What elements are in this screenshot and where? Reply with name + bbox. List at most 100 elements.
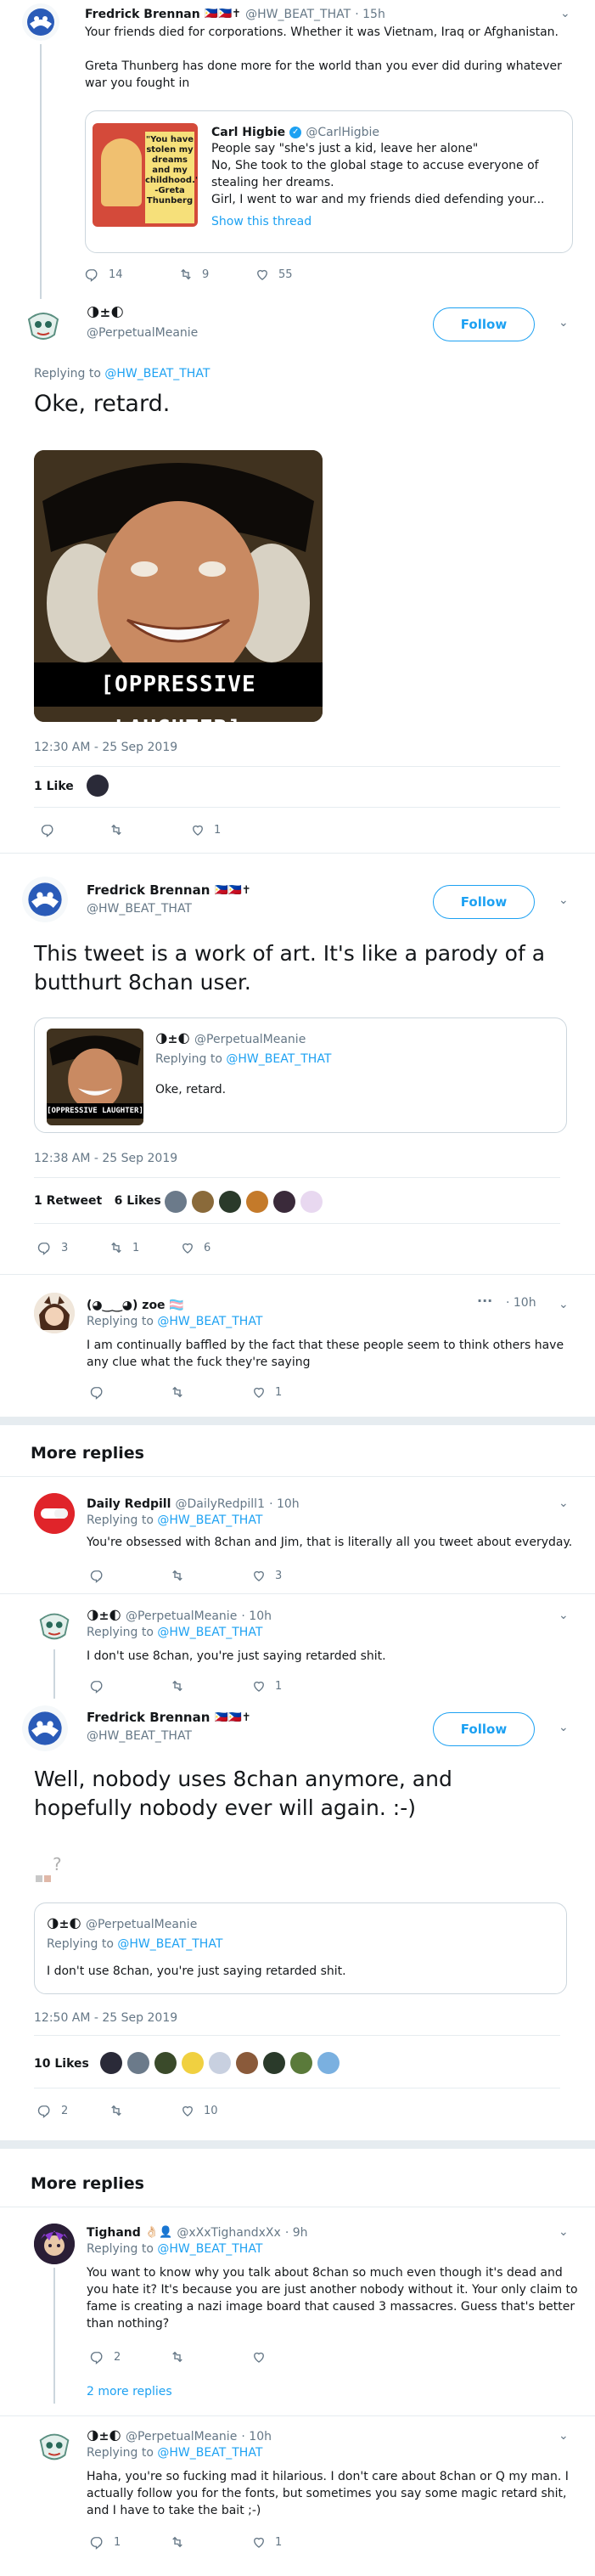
liker-avatars[interactable] [100, 2052, 345, 2074]
avatar[interactable] [246, 1191, 268, 1213]
reply-button[interactable]: 14 [85, 267, 178, 282]
avatar[interactable] [22, 304, 65, 347]
chevron-down-icon[interactable]: ⌄ [559, 1497, 569, 1510]
avatar[interactable] [165, 1191, 187, 1213]
author-name[interactable]: (◕‿‿◕) zoe 🏳️‍⚧️ [87, 1299, 184, 1312]
retweet-button[interactable] [170, 1568, 251, 1583]
retweet-button[interactable] [170, 2349, 251, 2365]
avatar[interactable] [154, 2052, 177, 2074]
reply-button[interactable] [90, 1568, 170, 1583]
avatar[interactable] [22, 1705, 68, 1751]
author-handle[interactable]: @PerpetualMeanie [87, 326, 198, 340]
avatar[interactable] [100, 2052, 122, 2074]
like-button[interactable]: 1 [251, 1384, 328, 1400]
chevron-down-icon[interactable]: ⌄ [559, 893, 569, 907]
quoted-tweet[interactable]: 🌗±🌓 @PerpetualMeanie Replying to @HW_BEA… [34, 1902, 567, 1994]
tweet-time[interactable]: · 10h [241, 1609, 272, 1623]
replying-to-handle[interactable]: @HW_BEAT_THAT [157, 2446, 262, 2460]
avatar[interactable] [236, 2052, 258, 2074]
more-options[interactable]: ··· [477, 1293, 492, 1309]
chevron-down-icon[interactable]: ⌄ [559, 1298, 569, 1311]
replying-to-handle[interactable]: @HW_BEAT_THAT [104, 367, 210, 380]
replying-to-handle[interactable]: @HW_BEAT_THAT [157, 1626, 262, 1639]
avatar[interactable] [22, 3, 59, 41]
chevron-down-icon[interactable]: ⌄ [559, 1721, 569, 1734]
tweet-image[interactable]: [OPPRESSIVE LAUGHTER] [34, 450, 323, 722]
retweet-button[interactable] [109, 2103, 180, 2118]
author-handle[interactable]: @DailyRedpill1 [175, 1497, 265, 1511]
avatar[interactable] [34, 2426, 75, 2466]
tweet-time[interactable]: · 10h [269, 1497, 300, 1511]
avatar[interactable] [219, 1191, 241, 1213]
tweet-timestamp[interactable]: 12:38 AM - 25 Sep 2019 [34, 1152, 177, 1165]
author-name[interactable]: 🌗±🌓 [87, 2430, 121, 2444]
author-name[interactable]: Tighand [87, 2226, 141, 2240]
like-button[interactable]: 6 [180, 1240, 256, 1255]
tweet-time[interactable]: · 10h [241, 2430, 272, 2444]
author-handle[interactable]: @PerpetualMeanie [126, 1609, 237, 1623]
more-replies-link[interactable]: 2 more replies [87, 2385, 172, 2398]
like-button[interactable]: 3 [251, 1568, 328, 1583]
reply-button[interactable] [41, 822, 109, 837]
tweet-time[interactable]: · 9h [285, 2226, 308, 2240]
avatar[interactable] [34, 1293, 75, 1333]
avatar[interactable] [87, 775, 109, 797]
author-name[interactable]: 🌗±🌓 [87, 1609, 121, 1623]
reply-button[interactable]: 1 [90, 2534, 170, 2550]
avatar[interactable] [127, 2052, 149, 2074]
author-name[interactable]: Fredrick Brennan [87, 882, 210, 898]
like-button[interactable]: 10 [180, 2103, 256, 2118]
tweet-timestamp[interactable]: 12:30 AM - 25 Sep 2019 [34, 741, 177, 754]
chevron-down-icon[interactable]: ⌄ [559, 2225, 569, 2239]
reply-button[interactable]: 2 [90, 2349, 170, 2365]
retweets-label[interactable]: 1 Retweet [34, 1194, 102, 1208]
author-handle[interactable]: @HW_BEAT_THAT [87, 1729, 192, 1743]
replying-to-handle[interactable]: @HW_BEAT_THAT [157, 2242, 262, 2256]
author-handle[interactable]: @HW_BEAT_THAT [245, 8, 351, 21]
retweet-button[interactable] [109, 822, 190, 837]
reply-button[interactable] [90, 1384, 170, 1400]
tweet-time[interactable]: · 15h [355, 8, 385, 21]
follow-button[interactable]: Follow [433, 1712, 535, 1746]
likes-label[interactable]: 6 Likes [115, 1194, 161, 1208]
avatar[interactable] [300, 1191, 323, 1213]
like-button[interactable]: 55 [255, 267, 331, 282]
avatar[interactable] [182, 2052, 204, 2074]
chevron-down-icon[interactable]: ⌄ [560, 7, 570, 20]
follow-button[interactable]: Follow [433, 307, 535, 341]
avatar[interactable] [34, 1493, 75, 1534]
likes-label[interactable]: 10 Likes [34, 2057, 89, 2071]
liker-avatars[interactable] [87, 775, 114, 797]
avatar[interactable] [317, 2052, 340, 2074]
chevron-down-icon[interactable]: ⌄ [559, 1609, 569, 1622]
like-button[interactable] [251, 2349, 328, 2365]
reply-button[interactable] [90, 1678, 170, 1694]
reply-button[interactable]: 2 [37, 2103, 109, 2118]
tweet-time[interactable]: · 10h [506, 1296, 536, 1310]
author-name[interactable]: Fredrick Brennan [85, 8, 200, 21]
retweet-button[interactable] [170, 1384, 251, 1400]
author-name[interactable]: 🌗±🌓 [87, 305, 124, 320]
avatar[interactable] [34, 2224, 75, 2264]
liker-avatars[interactable] [165, 1191, 328, 1213]
like-button[interactable]: 1 [251, 2534, 328, 2550]
retweet-button[interactable]: 1 [109, 1240, 180, 1255]
reply-button[interactable]: 3 [37, 1240, 109, 1255]
author-handle[interactable]: @xXxTighandxXx [177, 2226, 280, 2240]
avatar[interactable] [209, 2052, 231, 2074]
author-handle[interactable]: @HW_BEAT_THAT [87, 902, 192, 916]
avatar[interactable] [263, 2052, 285, 2074]
likes-label[interactable]: 1 Like [34, 780, 74, 793]
like-button[interactable]: 1 [251, 1678, 328, 1694]
replying-to-handle[interactable]: @HW_BEAT_THAT [157, 1513, 262, 1527]
author-name[interactable]: Daily Redpill [87, 1497, 171, 1511]
retweet-button[interactable] [170, 2534, 251, 2550]
retweet-button[interactable] [170, 1678, 251, 1694]
avatar[interactable] [34, 1605, 75, 1646]
avatar[interactable] [290, 2052, 312, 2074]
retweet-button[interactable]: 9 [178, 267, 255, 282]
tweet-timestamp[interactable]: 12:50 AM - 25 Sep 2019 [34, 2011, 177, 2025]
replying-to-handle[interactable]: @HW_BEAT_THAT [157, 1315, 262, 1328]
author-handle[interactable]: @PerpetualMeanie [126, 2430, 237, 2444]
show-thread-link[interactable]: Show this thread [211, 215, 312, 228]
